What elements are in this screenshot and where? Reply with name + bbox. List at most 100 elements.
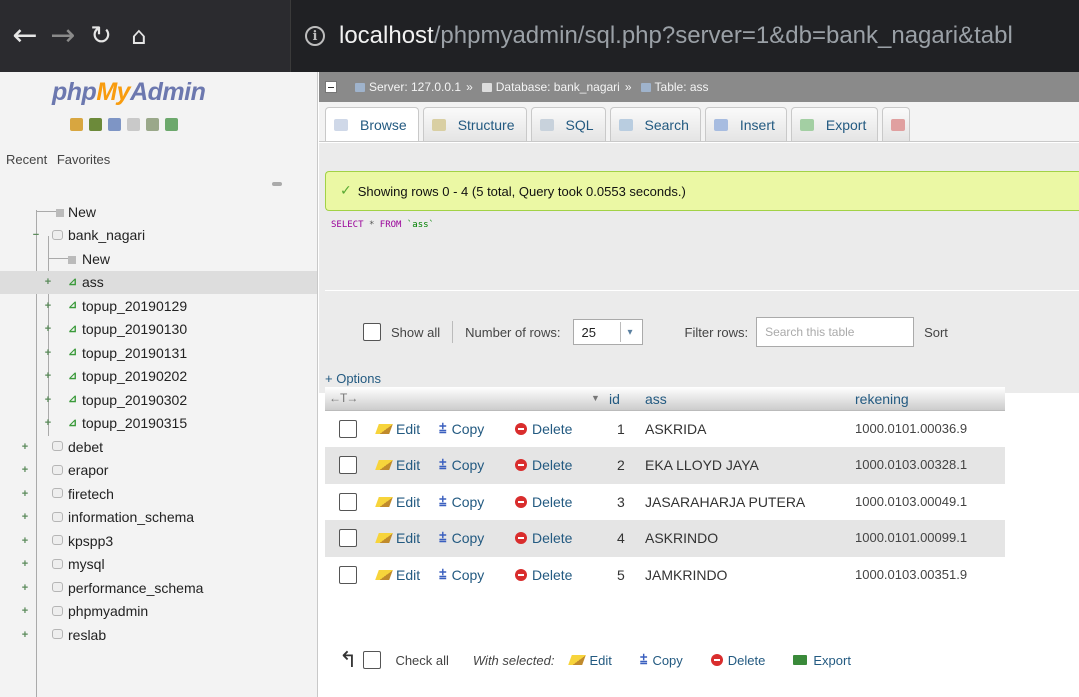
tab-insert[interactable]: Insert	[704, 107, 787, 141]
copy-link[interactable]: ⩲ Copy	[439, 530, 484, 546]
tree-item-table[interactable]: + ⊿ topup_20190131	[0, 341, 317, 365]
tree-item-table[interactable]: + ⊿ topup_20190315	[0, 412, 317, 436]
row-checkbox[interactable]	[339, 456, 357, 475]
home-icon[interactable]	[70, 118, 83, 131]
cell-rekening: 1000.0101.00036.9	[855, 421, 968, 436]
collapse-navigation-icon[interactable]	[325, 81, 337, 93]
back-arrow-icon[interactable]: ←	[6, 0, 44, 72]
tree-item-database[interactable]: + debet	[0, 435, 317, 459]
tab-sql[interactable]: SQL	[530, 107, 606, 141]
tab-bar: Browse Structure SQL Search Insert Expor…	[319, 102, 1079, 142]
database-icon	[481, 82, 492, 92]
info-icon[interactable]: i	[305, 26, 325, 46]
edit-link[interactable]: Edit	[375, 494, 420, 510]
options-link[interactable]: + Options	[325, 371, 381, 386]
check-all-label[interactable]: Check all	[395, 653, 448, 668]
tree-item-bank-nagari[interactable]: − bank_nagari	[0, 224, 317, 248]
forward-arrow-icon[interactable]: →	[44, 0, 82, 72]
column-header-rekening[interactable]: rekening	[855, 391, 909, 407]
copy-link[interactable]: ⩲ Copy	[439, 494, 484, 510]
home-icon[interactable]: ⌂	[120, 0, 158, 72]
cell-id: 4	[617, 530, 625, 547]
filter-rows-label: Filter rows:	[684, 324, 749, 340]
cell-ass: ASKRINDO	[645, 530, 719, 547]
copy-icon: ⩲	[439, 566, 447, 582]
row-checkbox[interactable]	[339, 565, 357, 584]
sql-query[interactable]: SELECT * FROM `ass`	[331, 220, 434, 230]
column-header-id[interactable]: id	[609, 391, 620, 407]
filter-rows-input[interactable]: Search this table	[756, 317, 915, 347]
delete-link[interactable]: Delete	[515, 530, 572, 546]
cell-id: 1	[617, 421, 625, 437]
docs-icon[interactable]	[127, 118, 140, 131]
show-all-checkbox[interactable]	[363, 323, 381, 341]
column-resize-icon[interactable]: ←T→	[329, 391, 358, 405]
tree-item-database[interactable]: + phpmyadmin	[0, 600, 317, 624]
row-checkbox[interactable]	[339, 529, 357, 548]
logout-icon[interactable]	[89, 118, 102, 131]
delete-link[interactable]: Delete	[515, 567, 572, 583]
table-icon	[640, 82, 651, 92]
database-icon	[52, 605, 63, 616]
tree-item-table-new[interactable]: New	[0, 247, 317, 271]
table-row: Edit ⩲ Copy Delete 4 ASKRINDO 1000.0101.0…	[325, 520, 1005, 557]
cell-rekening: 1000.0103.00351.9	[855, 566, 968, 582]
breadcrumb-database[interactable]: Database: bank_nagari	[496, 80, 620, 94]
phpmyadmin-logo[interactable]: phpMyAdmin	[52, 78, 206, 107]
copy-icon: ⩲	[439, 457, 447, 473]
edit-link[interactable]: Edit	[375, 567, 420, 583]
sql-icon	[539, 118, 554, 131]
row-checkbox[interactable]	[339, 492, 357, 511]
copy-link[interactable]: ⩲ Copy	[439, 457, 484, 473]
edit-link[interactable]: Edit	[375, 421, 420, 437]
bulk-delete-button[interactable]: Delete	[710, 653, 765, 668]
tree-item-new[interactable]: New	[0, 200, 317, 224]
breadcrumb-table[interactable]: Table: ass	[655, 80, 709, 94]
bulk-edit-button[interactable]: Edit	[568, 653, 612, 668]
edit-link[interactable]: Edit	[375, 457, 420, 473]
tree-item-database[interactable]: + erapor	[0, 459, 317, 483]
delete-link[interactable]: Delete	[515, 494, 572, 510]
delete-link[interactable]: Delete	[515, 457, 572, 473]
column-header-ass[interactable]: ass	[645, 391, 667, 407]
row-checkbox[interactable]	[339, 420, 357, 438]
rows-select[interactable]: 25 ▾	[572, 319, 643, 345]
edit-link[interactable]: Edit	[375, 530, 420, 546]
tree-item-database[interactable]: + mysql	[0, 553, 317, 577]
tree-item-table[interactable]: + ⊿ ass	[0, 270, 317, 294]
breadcrumb-server[interactable]: Server: 127.0.0.1	[369, 80, 461, 94]
tab-search[interactable]: Search	[609, 107, 701, 141]
tab-structure[interactable]: Structure	[422, 107, 527, 141]
delete-icon	[515, 568, 527, 581]
cell-rekening: 1000.0103.00328.1	[855, 457, 968, 473]
tree-item-table[interactable]: + ⊿ topup_20190302	[0, 388, 317, 412]
tab-more[interactable]	[882, 107, 911, 141]
tree-item-database[interactable]: + performance_schema	[0, 576, 317, 600]
tab-browse[interactable]: Browse	[325, 107, 419, 141]
tree-item-database[interactable]: + reslab	[0, 623, 317, 647]
link-icon[interactable]	[272, 182, 282, 186]
tree-item-table[interactable]: + ⊿ topup_20190129	[0, 294, 317, 318]
sort-arrow-icon[interactable]: ▼	[591, 393, 600, 403]
reload-nav-icon[interactable]	[165, 118, 178, 131]
tree-item-table[interactable]: + ⊿ topup_20190202	[0, 365, 317, 389]
tree-item-database[interactable]: + information_schema	[0, 506, 317, 530]
settings-icon[interactable]	[146, 118, 159, 131]
recent-tab[interactable]: Recent	[6, 152, 47, 167]
address-bar[interactable]: i localhost/phpmyadmin/sql.php?server=1&…	[290, 0, 1079, 72]
tree-item-database[interactable]: + kpspp3	[0, 529, 317, 553]
cell-rekening: 1000.0103.00049.1	[855, 493, 968, 509]
check-all-checkbox[interactable]	[363, 651, 382, 669]
delete-link[interactable]: Delete	[515, 421, 572, 437]
copy-link[interactable]: ⩲ Copy	[439, 421, 484, 437]
tree-item-table[interactable]: + ⊿ topup_20190130	[0, 318, 317, 342]
query-window-icon[interactable]	[108, 118, 121, 131]
bulk-export-button[interactable]: Export	[793, 653, 851, 668]
cell-ass: ASKRIDA	[645, 421, 707, 437]
tab-export[interactable]: Export	[790, 107, 879, 141]
copy-link[interactable]: ⩲ Copy	[439, 567, 484, 583]
tree-item-database[interactable]: + firetech	[0, 482, 317, 506]
bulk-copy-button[interactable]: ⩲ Copy	[640, 652, 683, 668]
reload-icon[interactable]: ↻	[82, 0, 120, 72]
favorites-tab[interactable]: Favorites	[57, 152, 110, 167]
